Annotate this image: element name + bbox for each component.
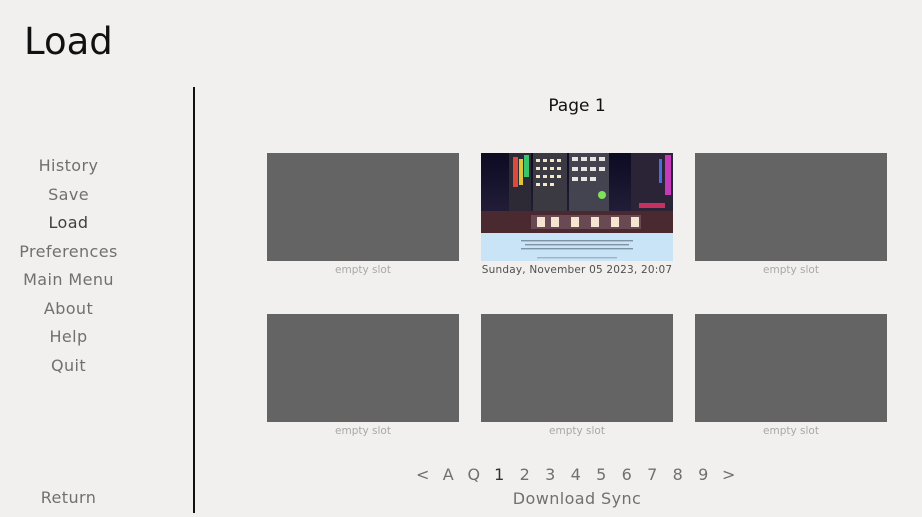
night-street-scene-image bbox=[481, 153, 673, 261]
page-next-button[interactable]: > bbox=[716, 463, 742, 487]
menu-item-preferences[interactable]: Preferences bbox=[0, 238, 137, 267]
page-title[interactable]: Page 1 bbox=[467, 96, 687, 116]
menu-item-help[interactable]: Help bbox=[0, 323, 137, 352]
save-slot-1[interactable]: empty slot bbox=[267, 153, 459, 277]
download-sync-button[interactable]: Download Sync bbox=[467, 489, 687, 508]
slot-thumbnail-empty bbox=[481, 314, 673, 422]
menu-item-history[interactable]: History bbox=[0, 152, 137, 181]
slot-caption: empty slot bbox=[763, 264, 819, 276]
page-quick-button[interactable]: Q bbox=[461, 463, 487, 487]
page-navigation: < A Q 1 2 3 4 5 6 7 8 9 > bbox=[410, 463, 742, 487]
slot-caption: empty slot bbox=[549, 425, 605, 437]
save-slot-2[interactable]: Sunday, November 05 2023, 20:07 bbox=[481, 153, 673, 277]
slot-caption: empty slot bbox=[335, 425, 391, 437]
screen-title: Load bbox=[24, 20, 113, 63]
return-button[interactable]: Return bbox=[0, 488, 137, 507]
slot-caption: empty slot bbox=[763, 425, 819, 437]
menu-item-save[interactable]: Save bbox=[0, 181, 137, 210]
game-menu: History Save Load Preferences Main Menu … bbox=[0, 152, 137, 380]
save-slot-5[interactable]: empty slot bbox=[481, 314, 673, 438]
slot-thumbnail-night-street-scene bbox=[481, 153, 673, 261]
slot-thumbnail-empty bbox=[695, 153, 887, 261]
page-9-button[interactable]: 9 bbox=[691, 463, 717, 487]
page-5-button[interactable]: 5 bbox=[589, 463, 615, 487]
slot-thumbnail-empty bbox=[695, 314, 887, 422]
menu-item-about[interactable]: About bbox=[0, 295, 137, 324]
page-7-button[interactable]: 7 bbox=[640, 463, 666, 487]
slot-caption: Sunday, November 05 2023, 20:07 bbox=[481, 264, 673, 276]
menu-item-main-menu[interactable]: Main Menu bbox=[0, 266, 137, 295]
page-auto-button[interactable]: A bbox=[436, 463, 462, 487]
page-prev-button[interactable]: < bbox=[410, 463, 436, 487]
menu-item-load[interactable]: Load bbox=[0, 209, 137, 238]
save-slot-3[interactable]: empty slot bbox=[695, 153, 887, 277]
slot-thumbnail-empty bbox=[267, 314, 459, 422]
page-8-button[interactable]: 8 bbox=[665, 463, 691, 487]
save-slot-4[interactable]: empty slot bbox=[267, 314, 459, 438]
page-2-button[interactable]: 2 bbox=[512, 463, 538, 487]
page-6-button[interactable]: 6 bbox=[614, 463, 640, 487]
slot-thumbnail-empty bbox=[267, 153, 459, 261]
save-slot-6[interactable]: empty slot bbox=[695, 314, 887, 438]
page-4-button[interactable]: 4 bbox=[563, 463, 589, 487]
menu-item-quit[interactable]: Quit bbox=[0, 352, 137, 381]
menu-divider bbox=[193, 87, 195, 513]
page-3-button[interactable]: 3 bbox=[538, 463, 564, 487]
page-1-button[interactable]: 1 bbox=[487, 463, 513, 487]
slot-caption: empty slot bbox=[335, 264, 391, 276]
